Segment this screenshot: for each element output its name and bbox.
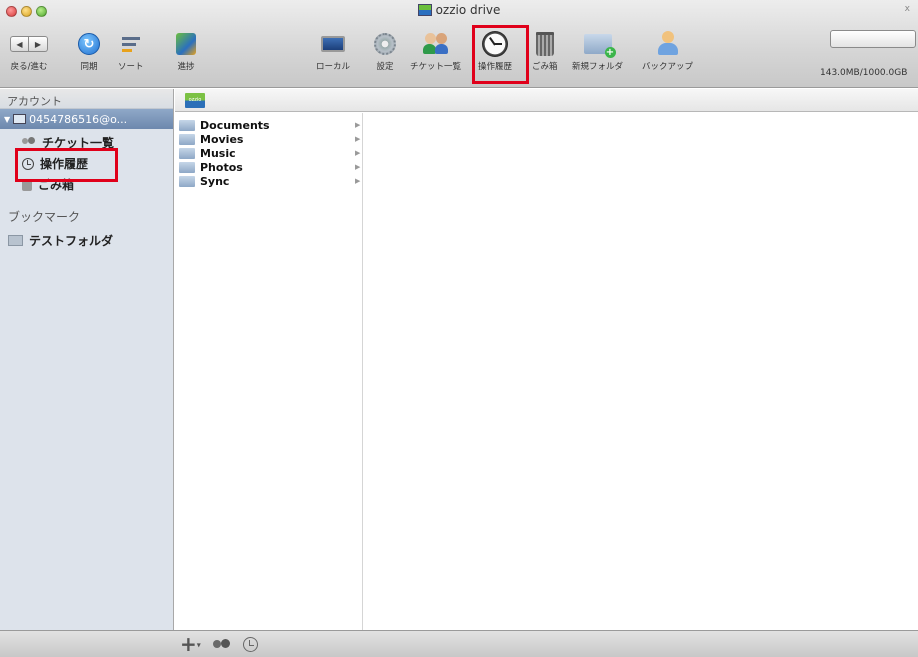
list-item[interactable]: Movies ▶ (175, 132, 362, 146)
sort-button[interactable]: ソート (118, 30, 144, 72)
app-logo-icon (417, 4, 432, 16)
ozzio-drive-logo[interactable]: ozzio DRIVE (185, 93, 205, 118)
folder-column: Documents ▶ Movies ▶ Music ▶ Photos ▶ Sy… (175, 113, 363, 630)
folder-icon (179, 133, 195, 145)
disclosure-arrow-icon: ▶ (355, 121, 361, 129)
folder-icon (179, 161, 195, 173)
back-button[interactable]: ◀ (10, 36, 29, 52)
storage-usage-text: 143.0MB/1000.0GB (820, 68, 908, 78)
folder-icon (179, 119, 195, 131)
folder-name: Documents (200, 118, 270, 132)
new-folder-icon (583, 34, 616, 58)
local-button[interactable]: ローカル (316, 30, 350, 72)
list-item[interactable]: Photos ▶ (175, 160, 362, 174)
tickets-icon (22, 136, 36, 149)
folder-name: Sync (200, 174, 230, 188)
storage-bar (830, 30, 916, 48)
back-forward-control[interactable]: ◀ ▶ 戻る/進む (10, 30, 48, 72)
gear-icon (374, 33, 396, 55)
backup-label: バックアップ (642, 62, 694, 72)
list-item[interactable]: Documents ▶ (175, 118, 362, 132)
settings-label: 設定 (376, 62, 394, 72)
backup-icon (656, 31, 680, 57)
disclosure-triangle-icon[interactable]: ▼ (4, 115, 10, 124)
bookmark-folder-icon (8, 234, 23, 246)
dropdown-arrow-icon: ▾ (196, 640, 201, 650)
history-clock-icon[interactable] (242, 637, 258, 653)
list-item[interactable]: Music ▶ (175, 146, 362, 160)
monitor-icon (321, 36, 345, 52)
path-bar: ozzio DRIVE (175, 89, 918, 118)
sidebar-bookmark-test-folder[interactable]: テストフォルダ (0, 229, 173, 251)
sidebar-history-highlight-box (15, 148, 118, 182)
local-label: ローカル (316, 62, 351, 72)
storage-indicator: 143.0MB/1000.0GB (820, 30, 916, 78)
sync-label: 同期 (80, 62, 98, 72)
forward-button[interactable]: ▶ (29, 36, 48, 52)
progress-button[interactable]: 進捗 (176, 30, 196, 72)
disclosure-arrow-icon: ▶ (355, 135, 361, 143)
tickets-button[interactable]: チケット一覧 (410, 30, 461, 72)
trash-button[interactable]: ごみ箱 (532, 30, 558, 72)
account-icon (13, 114, 27, 124)
history-highlight-box (472, 25, 529, 84)
content-column (364, 113, 918, 630)
trash-icon (535, 32, 554, 56)
back-forward-label: 戻る/進む (10, 62, 48, 72)
disclosure-arrow-icon: ▶ (355, 177, 361, 185)
list-item[interactable]: Sync ▶ (175, 174, 362, 188)
share-people-icon[interactable] (212, 638, 231, 651)
backup-button[interactable]: バックアップ (642, 30, 693, 72)
sort-icon (121, 33, 140, 55)
tickets-label: チケット一覧 (410, 62, 462, 72)
people-icon (422, 33, 449, 55)
sync-icon: ↻ (78, 33, 100, 55)
sync-button[interactable]: ↻ 同期 (78, 30, 100, 72)
progress-icon (176, 33, 196, 55)
settings-button[interactable]: 設定 (374, 30, 396, 72)
bottom-tools: +▾ (180, 634, 258, 654)
trash-label: ごみ箱 (532, 62, 558, 72)
progress-label: 進捗 (177, 62, 195, 72)
folder-name: Music (200, 146, 236, 160)
account-label: 0454786516@o... (29, 112, 128, 126)
folder-name: Movies (200, 132, 244, 146)
title-bar: ozzio drive x ◀ ▶ 戻る/進む ↻ 同期 ソート 進捗 ローカル… (0, 0, 918, 88)
new-folder-label: 新規フォルダ (572, 62, 624, 72)
plus-icon: + (180, 632, 197, 656)
bookmarks-header: ブックマーク (8, 210, 81, 224)
new-folder-button[interactable]: 新規フォルダ (572, 30, 623, 72)
add-button[interactable]: +▾ (180, 634, 201, 654)
disclosure-arrow-icon: ▶ (355, 163, 361, 171)
disclosure-arrow-icon: ▶ (355, 149, 361, 157)
bookmark-label: テストフォルダ (29, 233, 114, 248)
sidebar-header: アカウント (0, 89, 173, 109)
sidebar-account-row[interactable]: ▼ 0454786516@o... (0, 109, 173, 129)
folder-name: Photos (200, 160, 243, 174)
resize-corner-icon: x (904, 4, 910, 14)
bottom-bar: +▾ (0, 630, 918, 657)
folder-icon (179, 147, 195, 159)
window-title: ozzio drive (0, 3, 918, 17)
folder-icon (179, 175, 195, 187)
sort-label: ソート (118, 62, 144, 72)
